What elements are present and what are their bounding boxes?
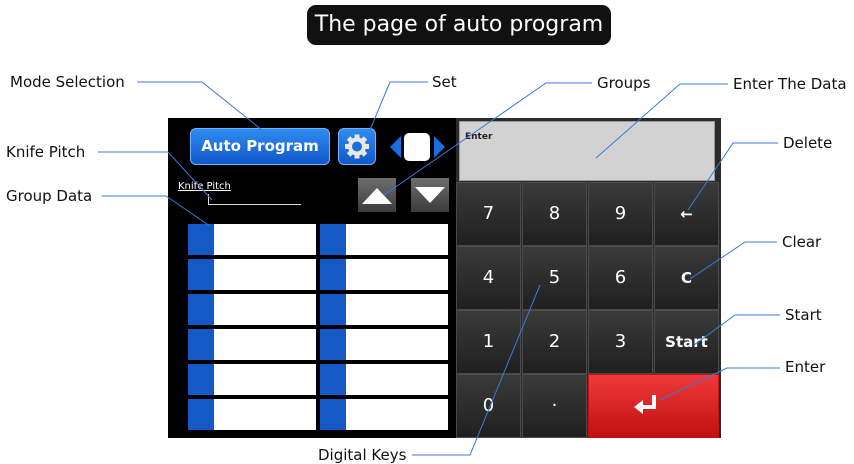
callout-leaders xyxy=(98,81,780,456)
callout-delete: Delete xyxy=(783,134,833,152)
callout-knife-pitch: Knife Pitch xyxy=(6,143,86,161)
leader-delete xyxy=(687,142,778,211)
callout-start: Start xyxy=(785,306,822,324)
leader-enter xyxy=(659,367,780,401)
leader-set xyxy=(369,81,428,131)
leader-mode-selection xyxy=(137,81,263,131)
leader-clear xyxy=(689,241,777,280)
leader-knife-pitch xyxy=(98,151,213,201)
callout-group-data: Group Data xyxy=(6,187,93,205)
leader-digital-keys xyxy=(412,284,541,456)
leader-group-data xyxy=(102,195,211,227)
leader-enter-the-data xyxy=(595,83,728,159)
callout-set: Set xyxy=(432,73,457,91)
leader-start xyxy=(693,314,780,346)
leader-groups xyxy=(383,82,592,196)
callout-enter-the-data: Enter The Data xyxy=(733,75,847,93)
callout-groups: Groups xyxy=(597,74,651,92)
callout-digital-keys: Digital Keys xyxy=(318,446,407,464)
callout-clear: Clear xyxy=(782,233,822,251)
callout-enter: Enter xyxy=(785,358,826,376)
callout-mode-selection: Mode Selection xyxy=(10,73,125,91)
